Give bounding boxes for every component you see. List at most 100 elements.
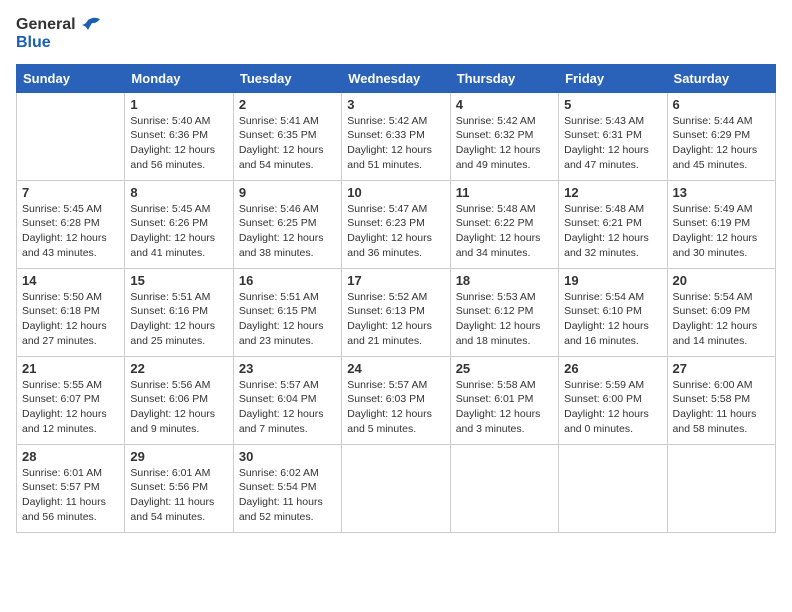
day-info: Sunrise: 5:55 AMSunset: 6:07 PMDaylight:… [22,378,119,437]
day-number: 20 [673,273,770,288]
calendar-cell: 18 Sunrise: 5:53 AMSunset: 6:12 PMDayligh… [450,268,558,356]
weekday-header: Sunday [17,64,125,92]
weekday-header: Friday [559,64,667,92]
weekday-header: Thursday [450,64,558,92]
day-info: Sunrise: 5:48 AMSunset: 6:21 PMDaylight:… [564,202,661,261]
day-info: Sunrise: 6:02 AMSunset: 5:54 PMDaylight:… [239,466,336,525]
day-number: 14 [22,273,119,288]
day-info: Sunrise: 5:41 AMSunset: 6:35 PMDaylight:… [239,114,336,173]
calendar-cell: 4Sunrise: 5:42 AMSunset: 6:32 PMDaylight… [450,92,558,180]
calendar-cell: 30 Sunrise: 6:02 AMSunset: 5:54 PMDayligh… [233,444,341,532]
day-number: 5 [564,97,661,112]
calendar-cell: 14 Sunrise: 5:50 AMSunset: 6:18 PMDayligh… [17,268,125,356]
day-number: 22 [130,361,227,376]
calendar-cell: 5 Sunrise: 5:43 AMSunset: 6:31 PMDaylight… [559,92,667,180]
logo-general: General [16,16,76,34]
day-info: Sunrise: 5:59 AMSunset: 6:00 PMDaylight:… [564,378,661,437]
day-number: 11 [456,185,553,200]
day-number: 18 [456,273,553,288]
calendar-cell: 12 Sunrise: 5:48 AMSunset: 6:21 PMDayligh… [559,180,667,268]
calendar-cell: 3 Sunrise: 5:42 AMSunset: 6:33 PMDaylight… [342,92,450,180]
calendar-cell: 21 Sunrise: 5:55 AMSunset: 6:07 PMDayligh… [17,356,125,444]
day-info: Sunrise: 5:56 AMSunset: 6:06 PMDaylight:… [130,378,227,437]
calendar-cell: 27 Sunrise: 6:00 AMSunset: 5:58 PMDayligh… [667,356,775,444]
day-number: 25 [456,361,553,376]
day-number: 19 [564,273,661,288]
weekday-header: Monday [125,64,233,92]
calendar-cell: 9 Sunrise: 5:46 AMSunset: 6:25 PMDaylight… [233,180,341,268]
day-info: Sunrise: 5:43 AMSunset: 6:31 PMDaylight:… [564,114,661,173]
day-info: Sunrise: 5:48 AMSunset: 6:22 PMDaylight:… [456,202,553,261]
week-row: 14 Sunrise: 5:50 AMSunset: 6:18 PMDayligh… [17,268,776,356]
calendar-cell: 29 Sunrise: 6:01 AMSunset: 5:56 PMDayligh… [125,444,233,532]
calendar-cell: 10 Sunrise: 5:47 AMSunset: 6:23 PMDayligh… [342,180,450,268]
day-number: 8 [130,185,227,200]
day-info: Sunrise: 6:01 AMSunset: 5:56 PMDaylight:… [130,466,227,525]
day-info: Sunrise: 5:51 AMSunset: 6:15 PMDaylight:… [239,290,336,349]
day-number: 29 [130,449,227,464]
day-info: Sunrise: 5:42 AMSunset: 6:33 PMDaylight:… [347,114,444,173]
day-number: 2 [239,97,336,112]
calendar-table: SundayMondayTuesdayWednesdayThursdayFrid… [16,64,776,533]
day-number: 3 [347,97,444,112]
calendar-cell [559,444,667,532]
calendar-cell: 15Sunrise: 5:51 AMSunset: 6:16 PMDayligh… [125,268,233,356]
calendar-cell: 24Sunrise: 5:57 AMSunset: 6:03 PMDayligh… [342,356,450,444]
day-info: Sunrise: 6:01 AMSunset: 5:57 PMDaylight:… [22,466,119,525]
calendar-cell: 8 Sunrise: 5:45 AMSunset: 6:26 PMDaylight… [125,180,233,268]
day-info: Sunrise: 5:49 AMSunset: 6:19 PMDaylight:… [673,202,770,261]
calendar-cell: 23 Sunrise: 5:57 AMSunset: 6:04 PMDayligh… [233,356,341,444]
week-row: 7Sunrise: 5:45 AMSunset: 6:28 PMDaylight… [17,180,776,268]
week-row: 1 Sunrise: 5:40 AMSunset: 6:36 PMDaylight… [17,92,776,180]
weekday-header: Tuesday [233,64,341,92]
weekday-header-row: SundayMondayTuesdayWednesdayThursdayFrid… [17,64,776,92]
calendar-cell: 2 Sunrise: 5:41 AMSunset: 6:35 PMDaylight… [233,92,341,180]
day-info: Sunrise: 5:44 AMSunset: 6:29 PMDaylight:… [673,114,770,173]
day-number: 4 [456,97,553,112]
week-row: 28 Sunrise: 6:01 AMSunset: 5:57 PMDayligh… [17,444,776,532]
day-info: Sunrise: 5:54 AMSunset: 6:09 PMDaylight:… [673,290,770,349]
day-number: 10 [347,185,444,200]
calendar-cell: 19 Sunrise: 5:54 AMSunset: 6:10 PMDayligh… [559,268,667,356]
logo-blue: Blue [16,34,100,52]
day-info: Sunrise: 5:53 AMSunset: 6:12 PMDaylight:… [456,290,553,349]
calendar-cell: 7Sunrise: 5:45 AMSunset: 6:28 PMDaylight… [17,180,125,268]
day-info: Sunrise: 5:50 AMSunset: 6:18 PMDaylight:… [22,290,119,349]
day-number: 6 [673,97,770,112]
day-info: Sunrise: 5:45 AMSunset: 6:26 PMDaylight:… [130,202,227,261]
day-info: Sunrise: 5:58 AMSunset: 6:01 PMDaylight:… [456,378,553,437]
calendar-cell: 26 Sunrise: 5:59 AMSunset: 6:00 PMDayligh… [559,356,667,444]
calendar-cell: 22 Sunrise: 5:56 AMSunset: 6:06 PMDayligh… [125,356,233,444]
day-info: Sunrise: 5:57 AMSunset: 6:04 PMDaylight:… [239,378,336,437]
day-number: 30 [239,449,336,464]
day-info: Sunrise: 5:51 AMSunset: 6:16 PMDaylight:… [130,290,227,349]
day-number: 17 [347,273,444,288]
day-number: 27 [673,361,770,376]
day-number: 12 [564,185,661,200]
logo: General Blue [16,16,100,52]
day-number: 28 [22,449,119,464]
weekday-header: Wednesday [342,64,450,92]
day-info: Sunrise: 5:40 AMSunset: 6:36 PMDaylight:… [130,114,227,173]
calendar-cell: 16Sunrise: 5:51 AMSunset: 6:15 PMDayligh… [233,268,341,356]
day-number: 23 [239,361,336,376]
calendar-cell [667,444,775,532]
logo-bird-icon [78,16,100,34]
day-info: Sunrise: 6:00 AMSunset: 5:58 PMDaylight:… [673,378,770,437]
calendar-cell: 11 Sunrise: 5:48 AMSunset: 6:22 PMDayligh… [450,180,558,268]
day-number: 1 [130,97,227,112]
calendar-cell: 6 Sunrise: 5:44 AMSunset: 6:29 PMDaylight… [667,92,775,180]
weekday-header: Saturday [667,64,775,92]
calendar-cell [17,92,125,180]
day-info: Sunrise: 5:47 AMSunset: 6:23 PMDaylight:… [347,202,444,261]
day-number: 9 [239,185,336,200]
page-header: General Blue [16,16,776,52]
day-number: 21 [22,361,119,376]
calendar-cell: 28 Sunrise: 6:01 AMSunset: 5:57 PMDayligh… [17,444,125,532]
calendar-cell: 1 Sunrise: 5:40 AMSunset: 6:36 PMDaylight… [125,92,233,180]
day-number: 7 [22,185,119,200]
calendar-cell: 20 Sunrise: 5:54 AMSunset: 6:09 PMDayligh… [667,268,775,356]
day-info: Sunrise: 5:46 AMSunset: 6:25 PMDaylight:… [239,202,336,261]
day-info: Sunrise: 5:54 AMSunset: 6:10 PMDaylight:… [564,290,661,349]
day-number: 26 [564,361,661,376]
